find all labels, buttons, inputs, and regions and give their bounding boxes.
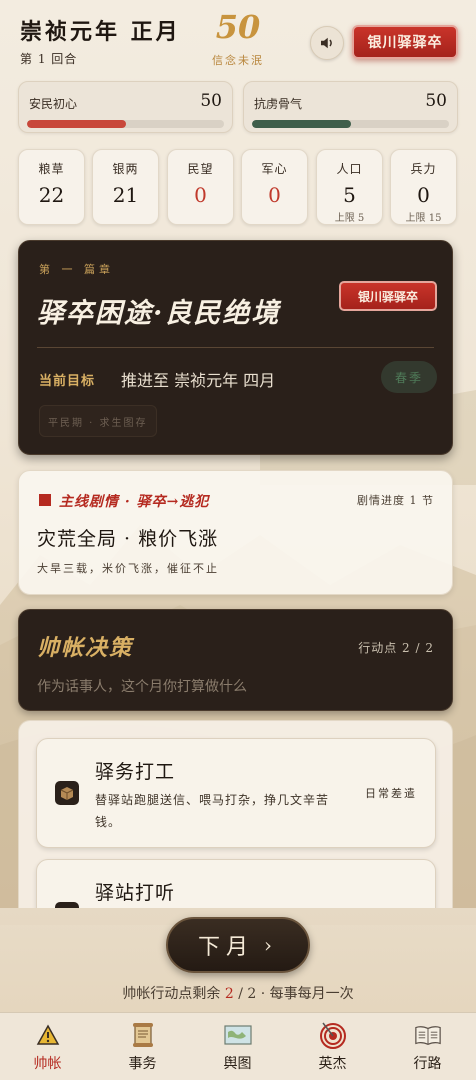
resource-label: 兵力: [410, 162, 437, 176]
resource-label: 民望: [187, 162, 214, 176]
turn-counter: 第 1 回合: [20, 52, 78, 66]
book-icon: [414, 1021, 442, 1049]
speaker-icon: [321, 37, 332, 49]
bar-value: 50: [425, 91, 447, 111]
scroll-icon: [129, 1021, 157, 1049]
resource-label: 银两: [112, 162, 139, 176]
bottom-navigation: 帅帐 事务 舆图 英杰 行路: [0, 1012, 476, 1080]
morale-bar-kanglu: 抗虏骨气 50: [243, 81, 458, 133]
resource-troops: 兵力 0 上限 15: [390, 149, 457, 225]
resource-population: 人口 5 上限 5: [316, 149, 383, 225]
resource-value: 0: [417, 183, 430, 207]
resource-value: 5: [343, 183, 356, 207]
action-title: 驿站打听: [95, 882, 176, 904]
goal-text: 推进至 崇祯元年 四月: [121, 371, 276, 390]
ap-remaining-value: 2: [224, 986, 234, 1002]
target-icon: [319, 1021, 347, 1049]
bar-label: 安民初心: [29, 97, 78, 111]
faith-label: 信念未泯: [212, 54, 264, 67]
bar-track: [252, 120, 449, 128]
chapter-title: 驿卒困途·良民绝境: [37, 298, 281, 329]
sound-toggle-button[interactable]: [310, 26, 344, 60]
morale-bar-anmin: 安民初心 50: [18, 81, 233, 133]
resource-grain: 粮草 22: [18, 149, 85, 225]
action-points-remaining: 帅帐行动点剩余 2 / 2 · 每事每月一次: [0, 983, 476, 1003]
tab-label: 舆图: [223, 1056, 252, 1072]
action-item-station-inquiry[interactable]: 驿站打听: [36, 859, 436, 908]
tab-heroes[interactable]: 英杰: [285, 1013, 380, 1080]
tab-label: 英杰: [318, 1056, 347, 1072]
action-points: 行动点 2 / 2: [358, 641, 434, 655]
chapter-tag: 第 一 篇章: [39, 263, 114, 276]
decision-card: 帅帐决策 行动点 2 / 2 作为话事人，这个月你打算做什么: [18, 609, 453, 711]
resource-silver: 银两 21: [92, 149, 159, 225]
story-progress: 剧情进度 1 节: [357, 494, 434, 507]
bar-track: [27, 120, 224, 128]
resource-label: 人口: [336, 162, 363, 176]
faith-value: 50: [215, 8, 261, 46]
bar-fill: [252, 120, 351, 128]
resource-value: 0: [194, 183, 207, 207]
era-title: 崇祯元年 正月: [20, 19, 181, 45]
chevron-right-icon: ›: [264, 933, 278, 957]
tab-label: 行路: [413, 1056, 442, 1072]
chapter-card: 第 一 篇章 驿卒困途·良民绝境 银川驿驿卒 当前目标 推进至 崇祯元年 四月 …: [18, 240, 453, 455]
chapter-identity-stamp: 银川驿驿卒: [339, 281, 437, 311]
action-item-courier-work[interactable]: 驿务打工 替驿站跑腿送信、喂马打杂，挣几文辛苦钱。 日常差遣: [36, 738, 436, 848]
tab-map[interactable]: 舆图: [190, 1013, 285, 1080]
warning-tent-icon: [34, 1021, 62, 1049]
tab-label: 事务: [128, 1056, 157, 1072]
resource-value: 21: [112, 183, 139, 207]
season-badge: 春季: [381, 361, 437, 393]
ap-prefix: 帅帐行动点剩余: [122, 986, 225, 1002]
action-tag: 日常差遣: [365, 787, 417, 800]
bar-fill: [27, 120, 126, 128]
bar-value: 50: [200, 91, 222, 111]
red-square-icon: [39, 494, 51, 506]
map-icon: [224, 1021, 252, 1049]
storyline-card[interactable]: 主线剧情 · 驿卒→逃犯 剧情进度 1 节 灾荒全局 · 粮价飞涨 大旱三载，米…: [18, 470, 453, 595]
tab-journey[interactable]: 行路: [380, 1013, 475, 1080]
resource-value: 0: [268, 183, 281, 207]
bar-label: 抗虏骨气: [254, 97, 303, 111]
action-list[interactable]: 驿务打工 替驿站跑腿送信、喂马打杂，挣几文辛苦钱。 日常差遣 驿站打听: [18, 720, 453, 908]
identity-stamp-button[interactable]: 银川驿驿卒: [352, 25, 458, 59]
resource-label: 粮草: [38, 162, 65, 176]
decision-title: 帅帐决策: [37, 635, 134, 661]
ap-suffix: / 2 · 每事每月一次: [233, 986, 354, 1002]
storyline-label: 主线剧情 · 驿卒→逃犯: [59, 494, 210, 510]
resource-army-morale: 军心 0: [241, 149, 308, 225]
story-title: 灾荒全局 · 粮价飞涨: [37, 528, 219, 550]
resource-cap: 上限 15: [405, 213, 442, 224]
resource-reputation: 民望 0: [167, 149, 234, 225]
resource-value: 22: [38, 183, 65, 207]
tab-affairs[interactable]: 事务: [95, 1013, 190, 1080]
goal-label: 当前目标: [39, 374, 96, 389]
box-icon: [55, 781, 79, 805]
action-title: 驿务打工: [95, 761, 176, 783]
next-month-label: 下月: [197, 935, 254, 960]
top-header: 崇祯元年 正月 第 1 回合 50 信念未泯 银川驿驿卒: [0, 0, 476, 78]
tab-label: 帅帐: [33, 1056, 62, 1072]
action-description: 替驿站跑腿送信、喂马打杂，挣几文辛苦钱。: [95, 793, 330, 829]
resource-cap: 上限 5: [334, 213, 365, 224]
next-month-button[interactable]: 下月 ›: [166, 917, 310, 973]
chapter-phase-badge: 平民期 · 求生图存: [39, 405, 157, 437]
divider: [37, 347, 434, 348]
decision-subtitle: 作为话事人，这个月你打算做什么: [37, 679, 247, 695]
resource-label: 军心: [261, 162, 288, 176]
tab-command-tent[interactable]: 帅帐: [0, 1013, 95, 1080]
story-description: 大旱三载，米价飞涨，催征不止: [37, 562, 219, 575]
